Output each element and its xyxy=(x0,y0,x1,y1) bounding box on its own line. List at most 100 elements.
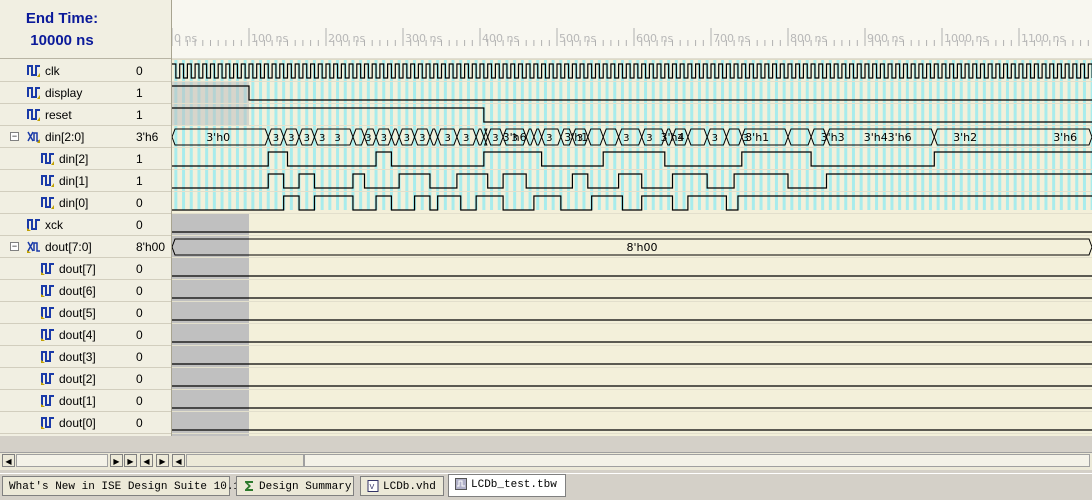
tab-label: What's New in ISE Design Suite 10.1 xyxy=(9,481,241,493)
signal-row-reset[interactable]: reset xyxy=(0,104,124,126)
grid-stripe xyxy=(782,60,786,210)
signal-row-din2[interactable]: din[2] xyxy=(0,148,124,170)
output-signal-icon xyxy=(40,327,56,342)
output-signal-icon xyxy=(40,415,56,430)
signal-row-dout2[interactable]: dout[2] xyxy=(0,368,124,390)
vhdl-file-icon: V xyxy=(367,480,379,493)
signal-row-dout70[interactable]: − dout[7:0] xyxy=(0,236,124,258)
dout-bus: 8'h00 xyxy=(172,238,1092,256)
scroll-left-button[interactable]: ◀ xyxy=(2,454,15,467)
signal-name: dout[3] xyxy=(59,350,96,364)
bus-value-label-short: 3 xyxy=(463,133,469,144)
signal-row-dout0[interactable]: dout[0] xyxy=(0,412,124,434)
tab-lcdb-test-tbw[interactable]: LCDb_test.tbw xyxy=(448,474,566,497)
signal-value: 1 xyxy=(136,108,143,122)
din-bus: 3'h0 3'h6 3'h1 3'h4 3'h1 3'h3 3'h4 3'h6 3'h2 3'h6… xyxy=(172,128,1092,146)
signal-name: display xyxy=(45,86,83,100)
end-time-value: 10000 ns xyxy=(30,32,94,49)
bus-value-label-short: 3 xyxy=(623,133,629,144)
signal-row-dout7[interactable]: dout[7] xyxy=(0,258,124,280)
waveform-panel[interactable]: 0 ns 100 ns 200 ns 300 ns 400 ns 500 ns 600 ns… xyxy=(172,0,1092,436)
tab-design-summary[interactable]: Design Summary xyxy=(236,476,354,496)
names-scroll-track[interactable] xyxy=(16,454,108,467)
signal-value-cell: 0 xyxy=(124,302,171,324)
bus-value-label-short: 3 xyxy=(677,133,683,144)
signal-value: 0 xyxy=(136,416,143,430)
grid-stripe xyxy=(913,60,917,210)
signal-row-din1[interactable]: din[1] xyxy=(0,170,124,192)
output-signal-icon xyxy=(40,349,56,364)
signal-value: 0 xyxy=(136,284,143,298)
bus-value-label: 3'h0 xyxy=(206,131,230,144)
bus-value-label-short: 3 xyxy=(365,133,371,144)
signal-name: din[1] xyxy=(59,174,89,188)
signal-value-cell: 1 xyxy=(124,82,171,104)
ruler-label: 400 ns xyxy=(482,32,519,45)
wave-scroll-right-button[interactable]: ◀ xyxy=(172,454,185,467)
svg-text:V: V xyxy=(370,483,375,491)
signal-row-dout4[interactable]: dout[4] xyxy=(0,324,124,346)
signal-value-cell: 0 xyxy=(124,60,171,82)
wave-scroll-thumb[interactable] xyxy=(186,454,304,467)
grid-stripe xyxy=(990,60,994,210)
tab-whats-new[interactable]: What's New in ISE Design Suite 10.1 xyxy=(2,476,240,496)
signal-row-clk[interactable]: clk xyxy=(0,60,124,82)
scroll-right-button[interactable]: ▶ xyxy=(110,454,123,467)
signal-row-display[interactable]: display xyxy=(0,82,124,104)
bus-segment xyxy=(725,128,743,146)
input-signal-icon xyxy=(26,63,42,78)
signal-row-dout6[interactable]: dout[6] xyxy=(0,280,124,302)
bus-value-label-short: 3 xyxy=(742,133,748,144)
bus-value-label-short: 3 xyxy=(492,133,498,144)
grid-stripe xyxy=(1029,60,1033,210)
input-signal-icon xyxy=(26,107,42,122)
wave-scroll-left-button[interactable]: ▶ xyxy=(156,454,169,467)
signal-row-din0[interactable]: din[0] xyxy=(0,192,124,214)
signal-row-dout3[interactable]: dout[3] xyxy=(0,346,124,368)
signal-name: din[0] xyxy=(59,196,89,210)
grid-stripe xyxy=(844,60,848,210)
signal-value: 0 xyxy=(136,350,143,364)
tab-lcdb-vhd[interactable]: V LCDb.vhd xyxy=(360,476,444,496)
bus-value-label: 3'h3 xyxy=(821,131,845,144)
output-signal-icon xyxy=(26,239,42,254)
wave-scroll-track[interactable] xyxy=(304,454,1090,467)
signal-value-cell: 0 xyxy=(124,214,171,236)
simulation-window: End Time: 10000 ns clk display reset − din[2… xyxy=(0,0,1092,499)
signal-name: dout[6] xyxy=(59,284,96,298)
grid-stripe xyxy=(636,60,640,210)
output-signal-icon xyxy=(40,371,56,386)
signal-row-din20[interactable]: − din[2:0] xyxy=(0,126,124,148)
waveform-canvas[interactable]: 0 ns 100 ns 200 ns 300 ns 400 ns 500 ns 600 ns… xyxy=(172,0,1092,436)
values-scroll-right-button[interactable]: ◀ xyxy=(140,454,153,467)
collapse-toggle[interactable]: − xyxy=(10,132,19,141)
signal-name: clk xyxy=(45,64,60,78)
signal-value-cell: 0 xyxy=(124,258,171,280)
signal-row-xck[interactable]: xck xyxy=(0,214,124,236)
signal-name: xck xyxy=(45,218,63,232)
signal-row-dout1[interactable]: dout[1] xyxy=(0,390,124,412)
bus-value-label-short: 3 xyxy=(577,133,583,144)
signal-name: dout[4] xyxy=(59,328,96,342)
values-scroll-left-button[interactable]: ▶ xyxy=(124,454,137,467)
output-signal-icon xyxy=(40,283,56,298)
signal-value-cell: 0 xyxy=(124,390,171,412)
ruler-background xyxy=(172,0,1092,59)
output-signal-icon xyxy=(40,305,56,320)
collapse-toggle[interactable]: − xyxy=(10,242,19,251)
grid-stripe xyxy=(851,60,855,210)
grid-stripe xyxy=(1036,60,1040,210)
input-signal-icon xyxy=(26,85,42,100)
signal-name: reset xyxy=(45,108,72,122)
signal-value: 1 xyxy=(136,174,143,188)
signal-name: dout[0] xyxy=(59,416,96,430)
signal-row-dout5[interactable]: dout[5] xyxy=(0,302,124,324)
grid-stripe xyxy=(921,60,925,210)
output-signal-icon xyxy=(40,261,56,276)
ruler-label: 1100 ns xyxy=(1021,32,1065,45)
bus-value-label-short: 3 xyxy=(334,133,340,144)
bus-value-label-short: 3 xyxy=(444,133,450,144)
input-signal-icon xyxy=(26,129,42,144)
signal-name: dout[7] xyxy=(59,262,96,276)
signal-value-cell: 8'h00 xyxy=(124,236,171,258)
